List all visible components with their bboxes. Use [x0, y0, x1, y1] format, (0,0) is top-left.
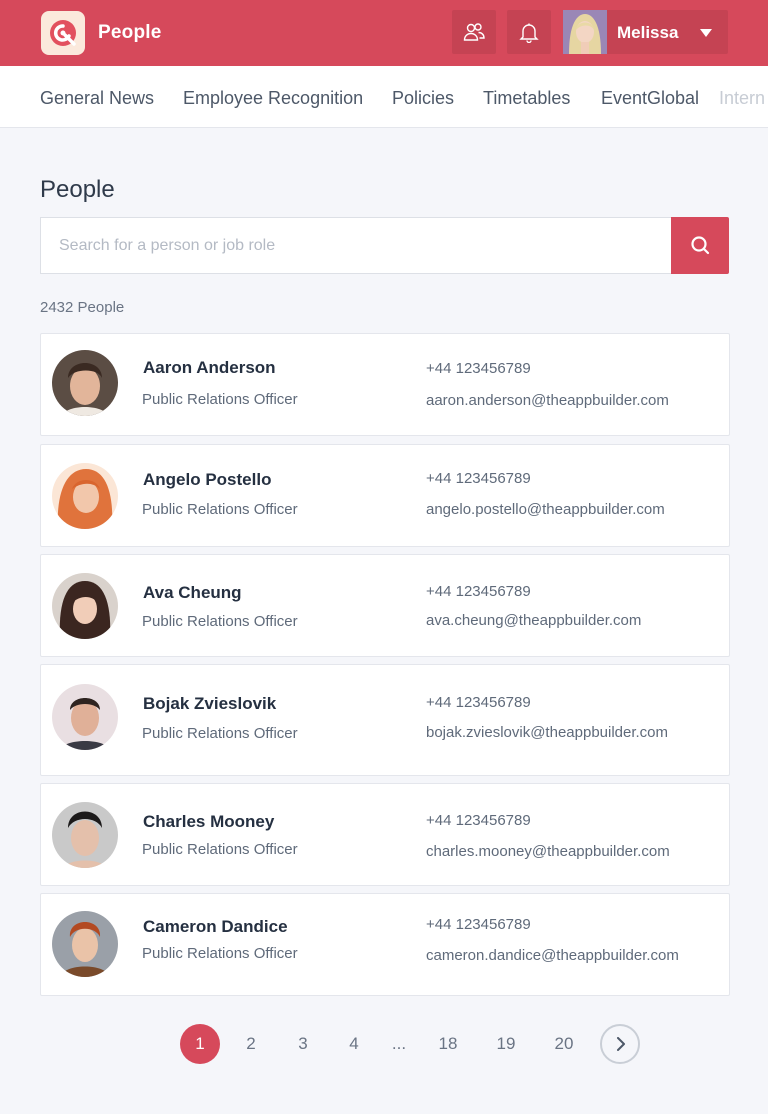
next-page-button[interactable]	[600, 1024, 640, 1064]
app-logo-icon[interactable]	[41, 11, 85, 55]
person-role: Public Relations Officer	[142, 725, 298, 742]
search-input[interactable]	[40, 217, 672, 274]
person-card[interactable]: Cameron Dandice Public Relations Officer…	[40, 893, 730, 996]
app-title: People	[98, 22, 162, 43]
person-name[interactable]: Bojak Zvieslovik	[143, 694, 276, 714]
avatar	[52, 573, 118, 639]
person-phone[interactable]: +44 123456789	[426, 360, 531, 377]
avatar	[52, 911, 118, 977]
avatar	[52, 463, 118, 529]
tab-eventglobal[interactable]: EventGlobal	[601, 88, 699, 109]
avatar	[52, 684, 118, 750]
tab-general-news[interactable]: General News	[40, 88, 154, 109]
person-name[interactable]: Angelo Postello	[143, 470, 271, 490]
person-phone[interactable]: +44 123456789	[426, 583, 531, 600]
tab-intern[interactable]: Intern	[719, 88, 765, 109]
person-role: Public Relations Officer	[142, 841, 298, 858]
search-button[interactable]	[671, 217, 729, 274]
tab-timetables[interactable]: Timetables	[483, 88, 570, 109]
dropdown-caret-icon	[700, 29, 712, 37]
chevron-right-icon	[617, 1037, 625, 1051]
person-card[interactable]: Aaron Anderson Public Relations Officer …	[40, 333, 730, 436]
person-email[interactable]: charles.mooney@theappbuilder.com	[426, 843, 670, 860]
person-card[interactable]: Charles Mooney Public Relations Officer …	[40, 783, 730, 886]
person-name[interactable]: Cameron Dandice	[143, 917, 288, 937]
notifications-button[interactable]	[507, 10, 551, 54]
people-icon	[463, 23, 485, 41]
person-role: Public Relations Officer	[142, 391, 298, 408]
people-count: 2432 People	[40, 299, 125, 316]
person-email[interactable]: angelo.postello@theappbuilder.com	[426, 501, 665, 518]
user-avatar	[563, 10, 607, 54]
person-phone[interactable]: +44 123456789	[426, 470, 531, 487]
person-phone[interactable]: +44 123456789	[426, 916, 531, 933]
person-name[interactable]: Aaron Anderson	[143, 358, 276, 378]
tab-employee-recognition[interactable]: Employee Recognition	[183, 88, 363, 109]
bell-icon	[519, 23, 539, 43]
person-email[interactable]: ava.cheung@theappbuilder.com	[426, 612, 641, 629]
avatar	[52, 802, 118, 868]
page-button-1[interactable]: 1	[180, 1024, 220, 1064]
person-phone[interactable]: +44 123456789	[426, 812, 531, 829]
page-button-20[interactable]: 20	[544, 1024, 584, 1064]
page-button-19[interactable]: 19	[486, 1024, 526, 1064]
person-card[interactable]: Bojak Zvieslovik Public Relations Office…	[40, 664, 730, 776]
person-email[interactable]: cameron.dandice@theappbuilder.com	[426, 947, 679, 964]
search-icon	[691, 236, 710, 255]
user-menu[interactable]: Melissa	[563, 10, 728, 54]
category-tabs: General News Employee Recognition Polici…	[0, 66, 768, 128]
page-button-2[interactable]: 2	[231, 1024, 271, 1064]
person-phone[interactable]: +44 123456789	[426, 694, 531, 711]
person-name[interactable]: Ava Cheung	[143, 583, 242, 603]
person-role: Public Relations Officer	[142, 945, 298, 962]
user-name: Melissa	[617, 23, 679, 42]
page-button-3[interactable]: 3	[283, 1024, 323, 1064]
top-bar: People Melissa	[0, 0, 768, 66]
person-email[interactable]: aaron.anderson@theappbuilder.com	[426, 392, 669, 409]
person-role: Public Relations Officer	[142, 501, 298, 518]
page-button-4[interactable]: 4	[334, 1024, 374, 1064]
person-card[interactable]: Ava Cheung Public Relations Officer +44 …	[40, 554, 730, 657]
page-title: People	[40, 176, 115, 203]
person-role: Public Relations Officer	[142, 613, 298, 630]
person-card[interactable]: Angelo Postello Public Relations Officer…	[40, 444, 730, 547]
tab-policies[interactable]: Policies	[392, 88, 454, 109]
person-email[interactable]: bojak.zvieslovik@theappbuilder.com	[426, 724, 668, 741]
page-ellipsis: ...	[391, 1034, 407, 1053]
avatar	[52, 350, 118, 416]
page-button-18[interactable]: 18	[428, 1024, 468, 1064]
person-name[interactable]: Charles Mooney	[143, 812, 274, 832]
people-button[interactable]	[452, 10, 496, 54]
